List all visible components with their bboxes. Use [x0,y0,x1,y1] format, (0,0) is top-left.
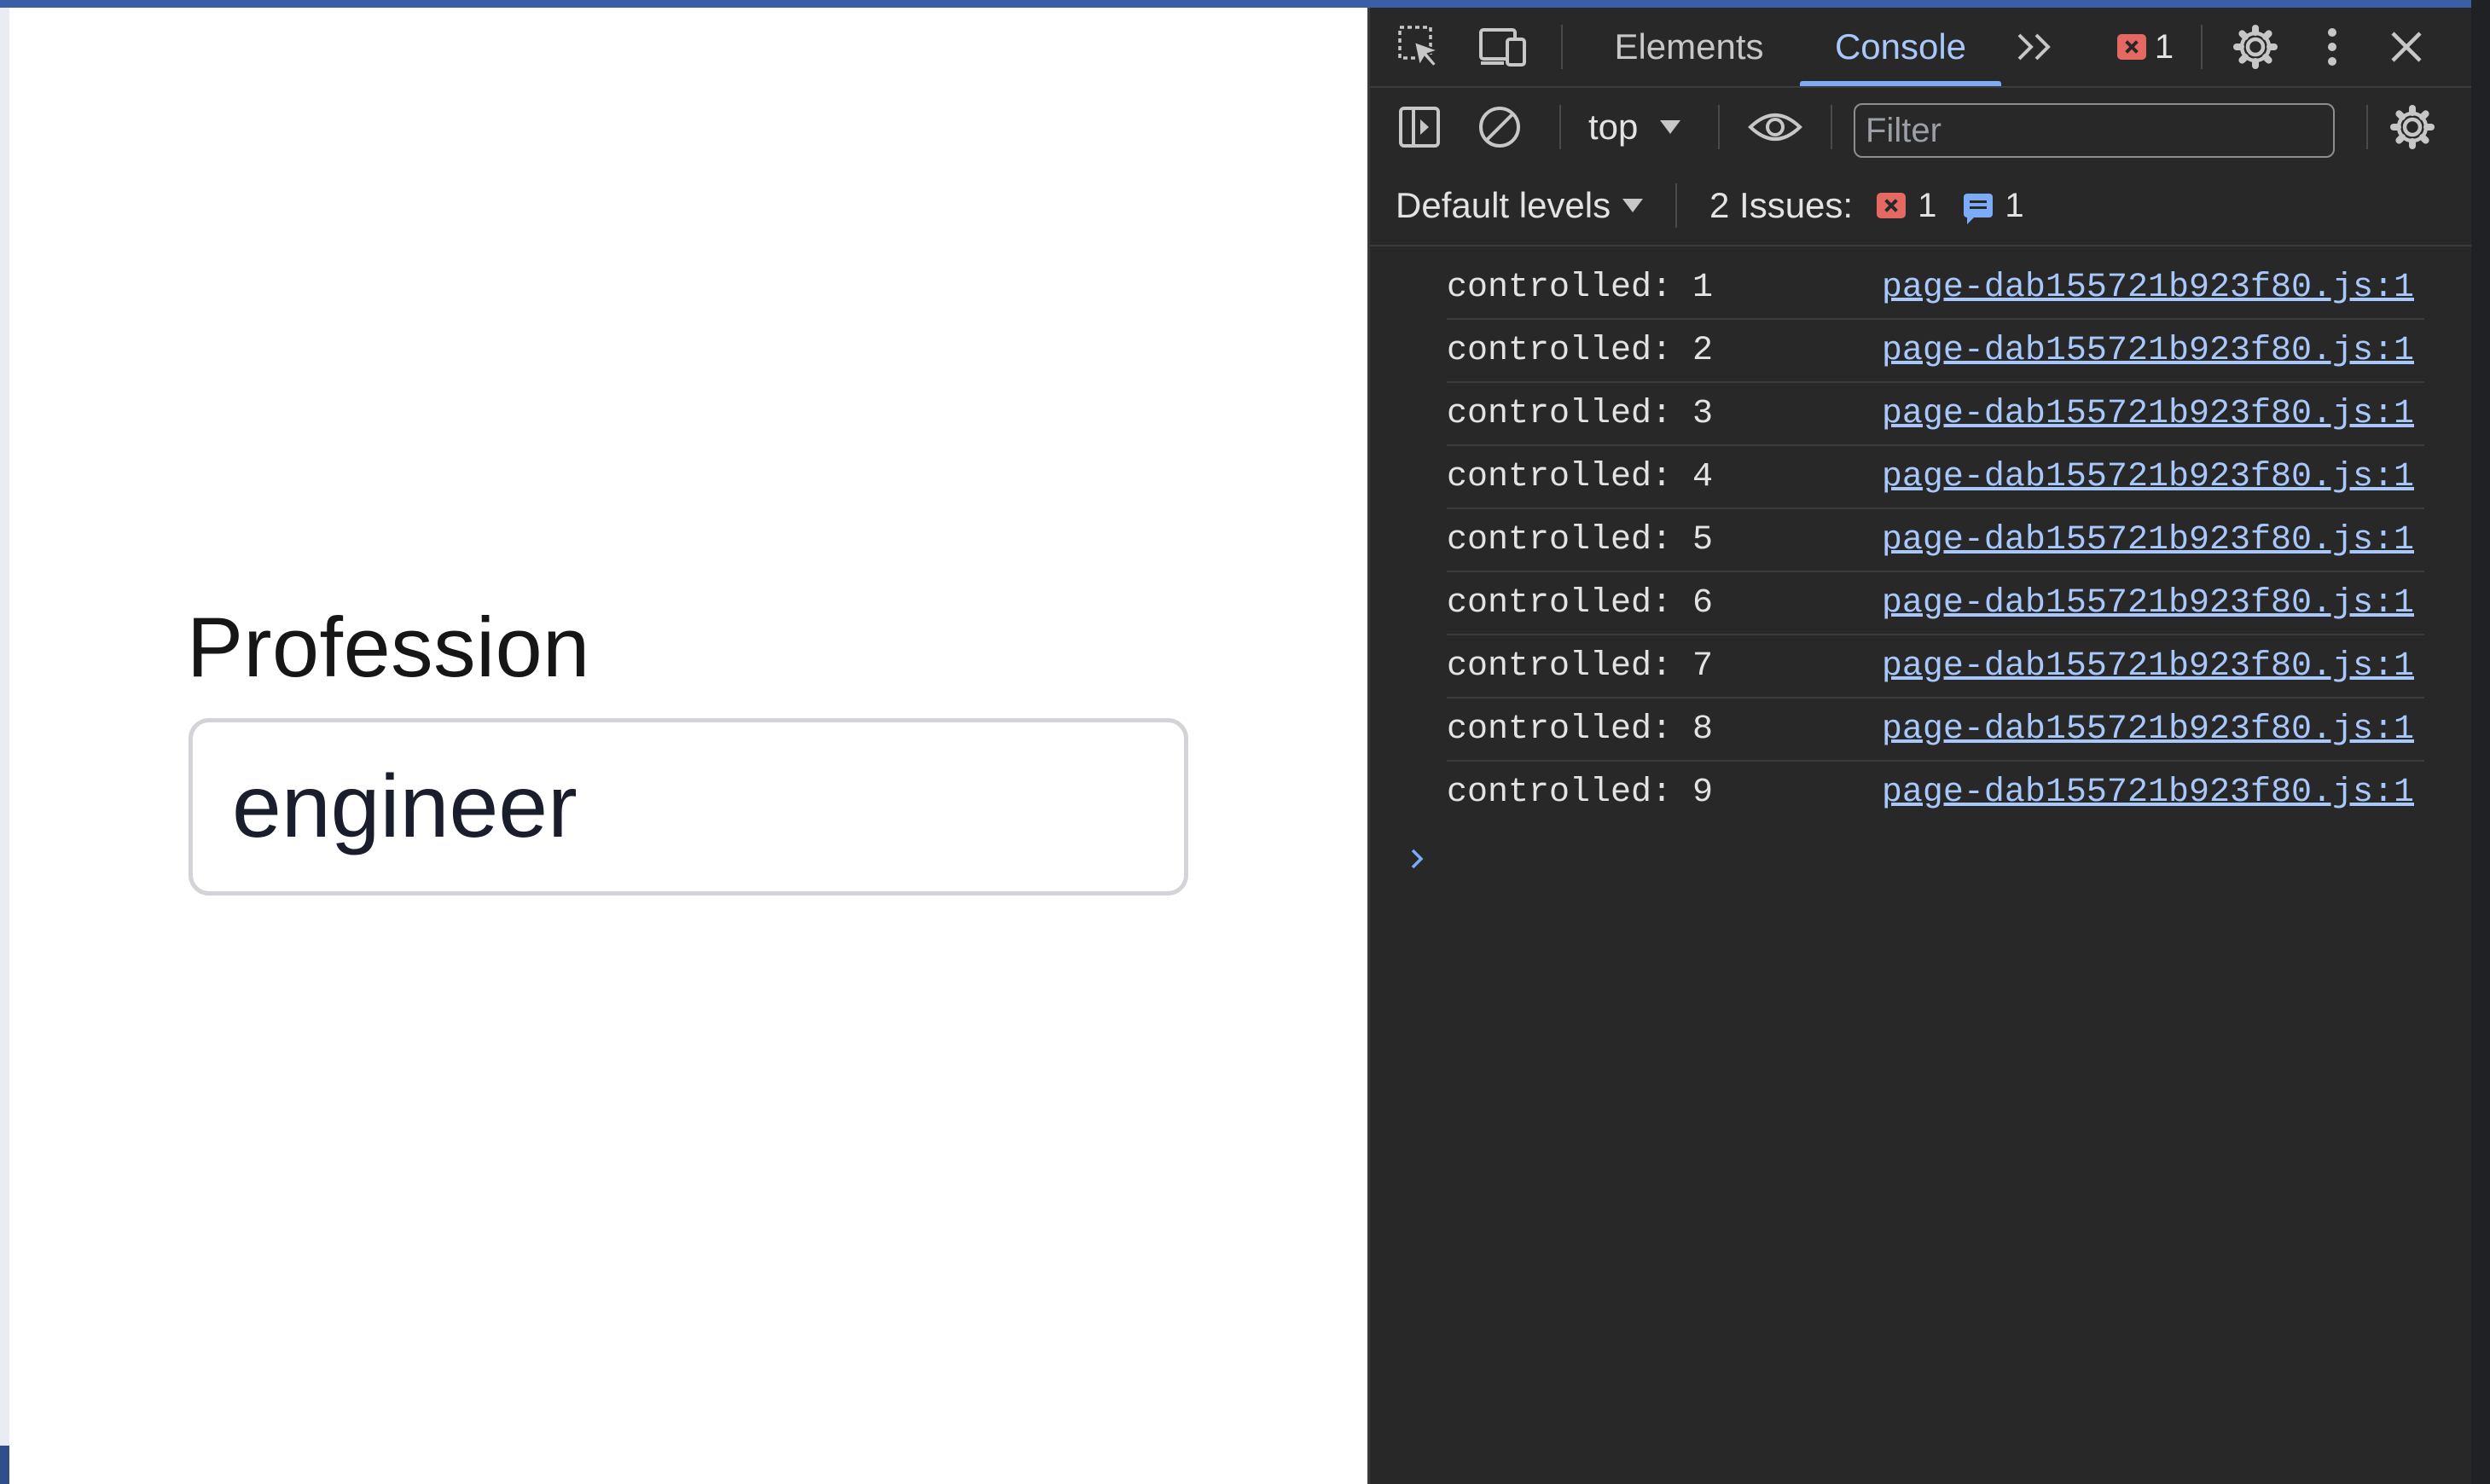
console-message-source-link[interactable]: page-dab155721b923f80.js:1 [1882,521,2414,559]
devtools-main-toolbar: Elements Console 1 [1370,8,2471,88]
console-message: controlled: 7 page-dab155721b923f80.js:1 [1447,635,2424,699]
console-toolbar: top [1370,88,2471,166]
active-tab-indicator [1800,81,2001,86]
tab-console-label: Console [1834,26,1967,67]
prompt-chevron-icon[interactable] [1408,843,1433,878]
device-toolbar-icon[interactable] [1476,8,1530,86]
toolbar-divider [1559,105,1561,149]
chevron-down-icon [1622,199,1644,212]
chevron-down-icon [1660,120,1681,134]
tab-elements[interactable]: Elements [1595,8,1783,86]
toolbar-divider [2201,25,2203,69]
issues-label: 2 Issues: [1709,185,1854,225]
error-count-badge[interactable]: 1 [2107,8,2184,86]
console-settings-gear-icon[interactable] [2387,88,2438,166]
issues-error-count: 1 [1918,186,1937,224]
clear-console-icon[interactable] [1474,88,1525,166]
profession-label: Profession [187,600,590,694]
console-message: controlled: 3 page-dab155721b923f80.js:1 [1447,383,2424,446]
console-message-source-link[interactable]: page-dab155721b923f80.js:1 [1882,395,2414,433]
close-icon[interactable] [2385,8,2428,86]
console-message-text: controlled: 5 [1447,521,1714,559]
tab-elements-label: Elements [1614,26,1764,67]
log-levels-dropdown[interactable]: Default levels [1396,166,1651,245]
window-right-edge [2471,0,2490,1484]
toolbar-divider [1831,105,1832,149]
console-message-source-link[interactable]: page-dab155721b923f80.js:1 [1882,458,2414,496]
console-message: controlled: 5 page-dab155721b923f80.js:1 [1447,509,2424,572]
console-message-text: controlled: 4 [1447,458,1714,496]
console-message: controlled: 1 page-dab155721b923f80.js:1 [1447,257,2424,320]
error-icon [1877,193,1907,218]
toolbar-divider [1561,25,1563,69]
console-message-source-link[interactable]: page-dab155721b923f80.js:1 [1882,710,2414,749]
screen: Profession Elements [0,0,2490,1484]
console-message-text: controlled: 8 [1447,710,1714,749]
console-message-source-link[interactable]: page-dab155721b923f80.js:1 [1882,647,2414,686]
profession-input[interactable] [189,718,1188,896]
error-icon [2116,34,2146,60]
console-message: controlled: 6 page-dab155721b923f80.js:1 [1447,572,2424,635]
console-message-text: controlled: 1 [1447,269,1714,307]
console-message-text: controlled: 6 [1447,584,1714,623]
context-selector[interactable]: top [1588,88,1708,166]
console-message-text: controlled: 2 [1447,332,1714,370]
toolbar-divider [1675,183,1677,228]
console-message-source-link[interactable]: page-dab155721b923f80.js:1 [1882,332,2414,370]
console-message: controlled: 4 page-dab155721b923f80.js:1 [1447,446,2424,509]
console-message: controlled: 2 page-dab155721b923f80.js:1 [1447,320,2424,383]
more-tabs-icon[interactable] [2010,8,2061,86]
console-levels-toolbar: Default levels 2 Issues: 1 1 [1370,166,2471,246]
console-message-text: controlled: 7 [1447,647,1714,686]
console-message-source-link[interactable]: page-dab155721b923f80.js:1 [1882,269,2414,307]
window-top-accent [0,0,2490,8]
tab-console[interactable]: Console [1800,8,2001,86]
context-selector-label: top [1588,107,1639,147]
toolbar-divider [1718,105,1720,149]
console-message-text: controlled: 9 [1447,774,1714,812]
log-levels-label: Default levels [1396,185,1611,225]
live-expression-eye-icon[interactable] [1745,88,1805,166]
issues-button[interactable]: 2 Issues: 1 1 [1709,166,2068,245]
toolbar-divider [2366,105,2368,149]
console-message-source-link[interactable]: page-dab155721b923f80.js:1 [1882,774,2414,812]
info-message-icon [1964,194,1994,224]
devtools-panel: Elements Console 1 top Filter Default le… [1367,8,2471,1484]
window-left-edge-accent [0,1446,9,1484]
console-message: controlled: 8 page-dab155721b923f80.js:1 [1447,699,2424,762]
console-message-source-link[interactable]: page-dab155721b923f80.js:1 [1882,584,2414,623]
inspect-element-icon[interactable] [1394,8,1445,86]
console-message-text: controlled: 3 [1447,395,1714,433]
web-page-viewport: Profession [9,8,1367,1484]
console-message: controlled: 9 page-dab155721b923f80.js:1 [1447,762,2424,825]
sidebar-toggle-icon[interactable] [1394,88,1445,166]
error-count: 1 [2154,27,2174,66]
window-left-edge [0,8,9,1484]
filter-input[interactable] [1854,103,2335,158]
issues-info-count: 1 [2005,186,2024,224]
settings-gear-icon[interactable] [2230,8,2281,86]
kebab-menu-icon[interactable] [2315,8,2349,86]
